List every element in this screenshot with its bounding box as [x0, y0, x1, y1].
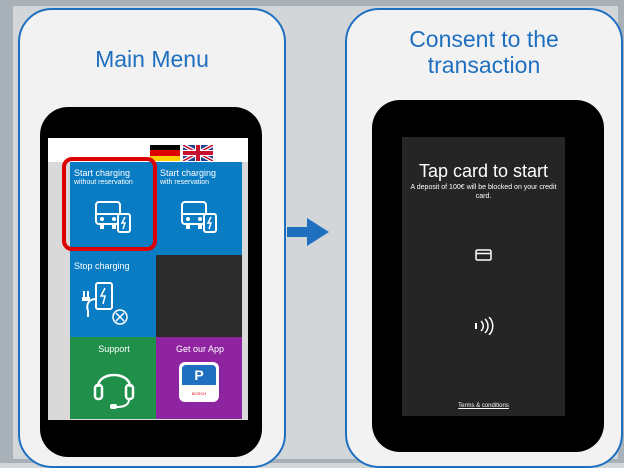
german-flag-icon[interactable]: [150, 145, 180, 161]
stop-charging-icon: [82, 282, 128, 325]
deposit-notice: A deposit of 100€ will be blocked on you…: [410, 184, 557, 200]
background-edge-left: [0, 0, 13, 463]
tap-card-title: Tap card to start: [418, 161, 549, 181]
panel-title-line-1: Consent to the: [409, 26, 559, 52]
tile-title: Support: [98, 344, 130, 354]
tile-stop-charging[interactable]: Stop charging: [70, 255, 156, 337]
contactless-icon: [475, 317, 494, 335]
terms-link[interactable]: Terms & conditions: [402, 403, 565, 409]
tile-title: Get our App: [175, 344, 225, 354]
app-icon-logo: P: [182, 365, 216, 385]
tile-get-our-app[interactable]: Get our App P BOSCH: [156, 337, 242, 419]
flow-arrow-icon: [287, 218, 329, 246]
tile-label: Start charging with reservation: [160, 168, 240, 187]
headset-icon: [93, 373, 135, 409]
tile-support[interactable]: Support: [70, 337, 156, 419]
tile-label: Stop charging: [74, 261, 154, 271]
credit-card-icon: [475, 249, 492, 261]
tile-subtitle: with reservation: [160, 179, 210, 186]
payment-screen: Tap card to start A deposit of 100€ will…: [402, 137, 565, 416]
tile-title: Start charging: [160, 168, 217, 178]
charger-car-icon: [181, 201, 217, 233]
app-icon: P BOSCH: [179, 362, 219, 402]
uk-flag-icon[interactable]: [183, 145, 213, 161]
panel-title-consent: Consent to the transaction: [347, 26, 621, 78]
brand-text: BOSCH: [191, 391, 207, 396]
panel-title-line-2: transaction: [427, 52, 541, 78]
panel-title-main-menu: Main Menu: [95, 46, 209, 72]
selected-tile-highlight: [62, 157, 157, 251]
tile-start-charging-with-reservation[interactable]: Start charging with reservation: [156, 162, 242, 255]
tile-empty: [156, 255, 242, 337]
tile-title: Stop charging: [74, 261, 130, 271]
background-edge-top: [0, 0, 624, 6]
